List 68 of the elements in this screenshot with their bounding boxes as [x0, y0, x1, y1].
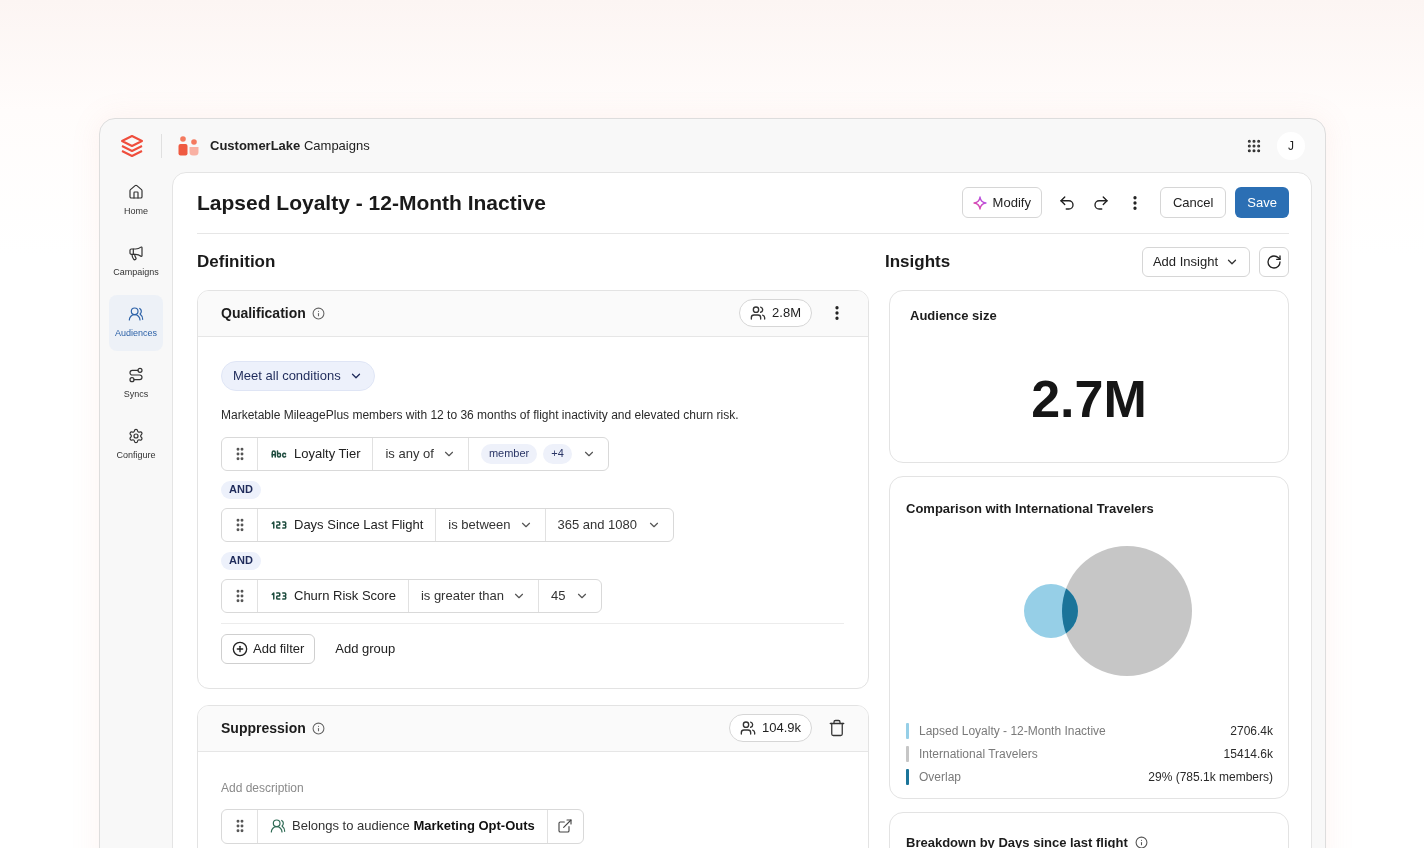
redo-icon[interactable] [1091, 193, 1110, 212]
card-title: Comparison with International Travelers [906, 499, 1155, 518]
home-icon [128, 184, 144, 200]
value-dropdown[interactable]: 365 and 1080 [544, 508, 674, 541]
sparkle-icon [972, 195, 987, 210]
description-field[interactable]: Add description [221, 779, 391, 796]
field-selector[interactable]: Days Since Last Flight [257, 508, 436, 541]
gear-icon [128, 428, 144, 444]
legend-value: 2706.4k [1230, 723, 1273, 740]
route-icon [128, 367, 144, 383]
joiner-label[interactable]: AND [221, 551, 261, 570]
nav-item[interactable]: Configure [109, 417, 163, 473]
nav-item[interactable]: Audiences [109, 295, 163, 351]
app-name: CustomerLake Campaigns [210, 136, 370, 155]
info-icon[interactable] [1134, 836, 1148, 848]
cancel-button[interactable]: Cancel [1159, 187, 1227, 219]
joiner-label[interactable]: AND [221, 480, 261, 499]
audience-count: 104.9k [728, 714, 812, 742]
field-selector[interactable]: Loyalty Tier [257, 437, 373, 470]
card-title: Suppression [221, 718, 306, 738]
legend-value: 29% (785.1k members) [1148, 769, 1273, 786]
info-icon[interactable] [311, 721, 325, 735]
legend-value: 15414.6k [1223, 746, 1273, 763]
people-icon [750, 305, 767, 321]
value-dropdown[interactable]: member +4 [467, 437, 608, 470]
people-icon [739, 720, 756, 736]
operator-dropdown[interactable]: is any of [372, 437, 468, 470]
refresh-icon [1266, 253, 1282, 270]
field-selector[interactable]: Churn Risk Score [257, 579, 408, 612]
rule-text: Belongs to audience Marketing Opt-Outs [292, 817, 535, 836]
section-heading: Definition [197, 250, 276, 273]
audience-count: 2.8M [739, 299, 812, 327]
legend-label: International Travelers [919, 746, 1038, 763]
refresh-button[interactable] [1259, 246, 1289, 277]
legend-label: Overlap [919, 769, 962, 786]
value-dropdown[interactable]: 45 [538, 579, 602, 612]
undo-icon[interactable] [1057, 193, 1076, 212]
section-heading: Insights [885, 250, 951, 273]
people-logo-icon [178, 135, 200, 156]
apps-grid-icon[interactable] [1246, 137, 1262, 154]
nav-item[interactable]: Home [109, 173, 163, 229]
modify-button[interactable]: Modify [961, 187, 1042, 219]
add-group-button[interactable]: Add group [335, 638, 396, 659]
layers-logo-icon[interactable] [120, 133, 144, 158]
open-external-icon[interactable] [557, 818, 574, 834]
nav-item[interactable]: Campaigns [109, 234, 163, 290]
card-title: Qualification [221, 303, 306, 323]
megaphone-icon [128, 245, 144, 261]
value-chip: +4 [543, 443, 572, 464]
trash-icon[interactable] [828, 719, 846, 737]
add-filter-button[interactable]: Add filter [221, 633, 316, 664]
operator-dropdown[interactable]: is between [435, 508, 545, 541]
value-chip: member [480, 443, 538, 464]
info-icon[interactable] [311, 306, 325, 320]
save-button[interactable]: Save [1235, 187, 1289, 219]
page-title: Lapsed Loyalty - 12-Month Inactive [197, 190, 546, 216]
people-icon [128, 306, 144, 322]
audience-description: Marketable MileagePlus members with 12 to 36 months of flight inactivity and elevated churn risk. [221, 406, 740, 424]
user-avatar[interactable]: J [1277, 131, 1305, 160]
card-title: Audience size [910, 306, 998, 325]
operator-dropdown[interactable]: is greater than [407, 579, 538, 612]
nav-item[interactable]: Syncs [109, 356, 163, 412]
add-insight-button[interactable]: Add Insight [1141, 246, 1250, 277]
match-mode-dropdown[interactable]: Meet all conditions [221, 360, 375, 391]
plus-circle-icon [232, 640, 248, 657]
audience-size-value: 2.7M [1031, 372, 1147, 425]
legend-label: Lapsed Loyalty - 12-Month Inactive [919, 723, 1106, 740]
people-icon [270, 818, 286, 834]
